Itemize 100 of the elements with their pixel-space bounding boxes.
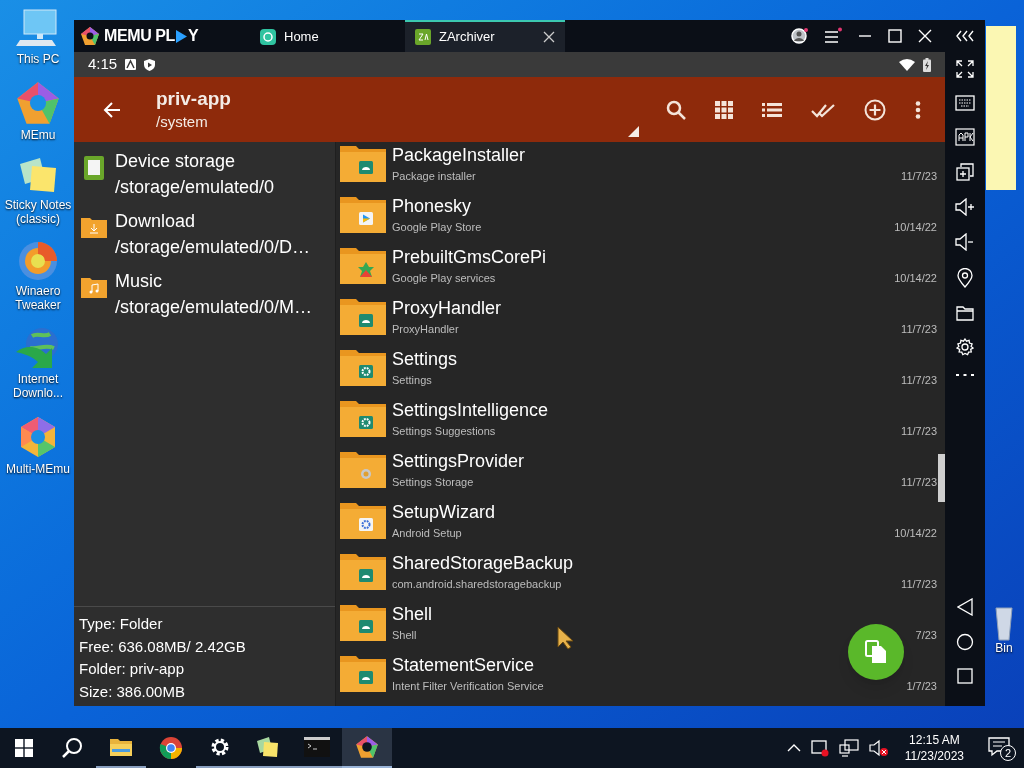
memu-logo-icon: [80, 26, 100, 46]
search-icon[interactable]: [61, 737, 83, 759]
bookmark-item[interactable]: Download /storage/emulated/0/D…: [74, 208, 335, 268]
terminal-icon[interactable]: [304, 737, 330, 757]
copy-fab[interactable]: [848, 624, 904, 680]
settings-icon[interactable]: [956, 338, 974, 356]
shield-play-icon: [144, 58, 156, 71]
volume-up-icon[interactable]: [955, 198, 975, 216]
desktop-icon-label[interactable]: Internet Downlo...: [0, 372, 76, 400]
android-recents-icon[interactable]: [957, 668, 973, 684]
keyboard-icon[interactable]: [955, 95, 975, 111]
menu-icon[interactable]: [823, 27, 843, 45]
clock-date[interactable]: 11/23/2023: [904, 748, 964, 764]
android-home-icon[interactable]: [956, 633, 974, 651]
volume-muted-icon[interactable]: [868, 739, 889, 757]
app-icon: [260, 29, 276, 45]
app-folder-icon: [340, 602, 386, 643]
app-folder-icon: [340, 143, 386, 184]
app-folder-icon: [340, 245, 386, 286]
file-row[interactable]: PackageInstaller Package installer 11/7/23: [340, 142, 937, 189]
music-folder-icon: [81, 276, 107, 298]
file-row[interactable]: SettingsIntelligence Settings Suggestions 11/7/23: [340, 393, 937, 444]
chrome-icon[interactable]: [159, 736, 183, 760]
bookmark-item[interactable]: Music /storage/emulated/0/M…: [74, 268, 335, 328]
file-row[interactable]: SetupWizard Android Setup 10/14/22: [340, 495, 937, 546]
start-icon[interactable]: [15, 739, 33, 757]
apk-install-icon[interactable]: [955, 128, 975, 146]
location-icon[interactable]: [957, 268, 973, 288]
chevron-up-icon[interactable]: [786, 743, 801, 753]
app-folder-icon: [340, 653, 386, 694]
volume-down-icon[interactable]: [955, 233, 975, 251]
desktop-icon-label[interactable]: Multi-MEmu: [6, 462, 70, 476]
settings-icon[interactable]: [209, 736, 231, 758]
account-icon[interactable]: [791, 27, 809, 45]
wifi-icon: [899, 58, 915, 71]
bookmark-item[interactable]: Device storage /storage/emulated/0: [74, 148, 335, 208]
copy-icon: [865, 640, 887, 664]
file-row[interactable]: SettingsProvider Settings Storage 11/7/23: [340, 444, 937, 495]
info-line: Size: 386.00MB: [79, 681, 186, 702]
app-icon: [415, 29, 431, 45]
network-icon[interactable]: [838, 739, 859, 757]
folder-path: /system: [156, 111, 209, 132]
desktop-icon-label[interactable]: This PC: [16, 52, 60, 66]
list-view-icon[interactable]: [762, 102, 782, 117]
multi-window-icon[interactable]: [956, 163, 974, 181]
file-row[interactable]: Settings Settings 11/7/23: [340, 342, 937, 393]
resize-corner-icon[interactable]: [628, 126, 639, 137]
desktop-icon-label[interactable]: Bin: [995, 642, 1013, 654]
app-folder-icon: [340, 194, 386, 235]
app-folder-icon: [340, 551, 386, 592]
more-options-icon[interactable]: [915, 100, 921, 119]
recycle-bin-icon: [994, 606, 1014, 642]
file-row[interactable]: ProxyHandler ProxyHandler 11/7/23: [340, 291, 937, 342]
folder-title: priv-app: [156, 86, 231, 111]
info-line: Folder: priv-app: [79, 659, 186, 679]
pentagon-logo-icon: [15, 80, 61, 126]
scrollbar-thumb[interactable]: [938, 454, 945, 502]
status-time: 4:15: [88, 54, 118, 75]
brand-name: MEMU PL: [104, 26, 175, 46]
app-folder-icon: [340, 398, 386, 439]
grid-view-icon[interactable]: [715, 100, 733, 119]
mouse-cursor-icon: [557, 626, 575, 650]
tray-app-icon[interactable]: [810, 739, 829, 757]
file-row[interactable]: SharedStorageBackup com.android.sharedstoragebackup 11/7/23: [340, 546, 937, 597]
desktop-icon-label[interactable]: Sticky Notes (classic): [0, 198, 76, 226]
info-line: Type: Folder: [79, 614, 164, 634]
more-icon[interactable]: [956, 373, 974, 377]
info-line: Free: 636.08MB/ 2.42GB: [79, 636, 247, 657]
close-icon[interactable]: [917, 28, 933, 44]
app-folder-icon: [340, 296, 386, 337]
folder-icon[interactable]: [956, 305, 974, 321]
app-folder-icon: [340, 347, 386, 388]
add-circle-icon[interactable]: [864, 98, 886, 121]
notification-count: 2: [1000, 745, 1016, 761]
maximize-icon[interactable]: [887, 28, 903, 44]
back-arrow-icon[interactable]: [102, 100, 122, 119]
battery-icon: [923, 57, 931, 72]
notification-app-icon: [125, 59, 137, 70]
file-row[interactable]: Shell Shell 7/23: [340, 597, 937, 648]
file-row[interactable]: Phonesky Google Play Store 10/14/22: [340, 189, 937, 240]
file-explorer-icon[interactable]: [109, 737, 133, 757]
android-back-icon[interactable]: [957, 598, 973, 616]
file-row[interactable]: StatementService Intent Filter Verification Service 1/7/23: [340, 648, 937, 699]
desktop-icon-label[interactable]: Winaero Tweaker: [0, 284, 76, 312]
search-icon[interactable]: [666, 99, 686, 120]
download-folder-icon: [81, 216, 107, 238]
swirl-logo-icon: [17, 240, 59, 282]
clock-time[interactable]: 12:15 AM: [909, 732, 960, 748]
tab[interactable]: Home: [250, 20, 405, 52]
sticky-notes-icon[interactable]: [255, 736, 281, 758]
collapse-sidebar-icon[interactable]: [955, 29, 975, 43]
fullscreen-icon[interactable]: [956, 60, 974, 78]
storage-icon: [84, 156, 104, 180]
tab[interactable]: ZArchiver: [405, 20, 565, 52]
close-tab-icon[interactable]: [543, 31, 555, 43]
desktop-icon-label[interactable]: MEmu: [20, 128, 56, 142]
double-check-icon[interactable]: [811, 101, 835, 118]
pentagon-logo-icon: [355, 735, 379, 759]
file-row[interactable]: PrebuiltGmsCorePi Google Play services 10/14/22: [340, 240, 937, 291]
memu-taskbar-button[interactable]: [342, 728, 392, 768]
